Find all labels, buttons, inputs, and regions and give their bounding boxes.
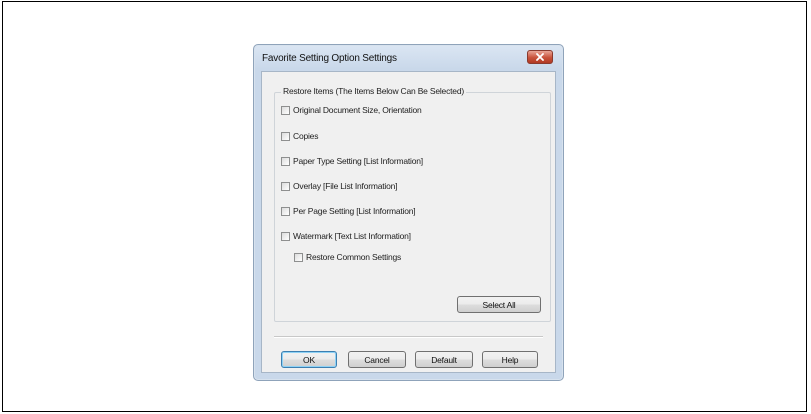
checkbox-restore-common-settings[interactable] (294, 252, 303, 262)
dialog-client-area: Restore Items (The Items Below Can Be Se… (261, 71, 556, 373)
help-button[interactable]: Help (482, 351, 538, 368)
page-frame: Favorite Setting Option Settings Restore… (2, 1, 807, 412)
checkbox-label: Watermark [Text List Information] (293, 231, 411, 241)
close-x-icon (536, 53, 544, 61)
ok-button[interactable]: OK (281, 351, 337, 368)
dialog-title: Favorite Setting Option Settings (262, 53, 397, 64)
checkbox-label: Copies (293, 131, 319, 141)
checkbox-row-original-document-size[interactable]: Original Document Size, Orientation (281, 105, 422, 115)
dialog-titlebar: Favorite Setting Option Settings (254, 45, 563, 73)
checkbox-label: Per Page Setting [List Information] (293, 206, 416, 216)
checkbox-row-restore-common-settings[interactable]: Restore Common Settings (294, 252, 401, 262)
default-button[interactable]: Default (415, 351, 473, 368)
checkbox-original-document-size[interactable] (281, 105, 290, 115)
checkbox-label: Paper Type Setting [List Information] (293, 156, 423, 166)
checkbox-row-overlay[interactable]: Overlay [File List Information] (281, 181, 398, 191)
close-button[interactable] (527, 50, 553, 64)
checkbox-row-per-page-setting[interactable]: Per Page Setting [List Information] (281, 206, 416, 216)
checkbox-row-watermark[interactable]: Watermark [Text List Information] (281, 231, 411, 241)
checkbox-paper-type-setting[interactable] (281, 156, 290, 166)
checkbox-row-paper-type-setting[interactable]: Paper Type Setting [List Information] (281, 156, 423, 166)
checkbox-row-copies[interactable]: Copies (281, 131, 318, 141)
checkbox-label: Original Document Size, Orientation (293, 105, 422, 115)
select-all-button[interactable]: Select All (457, 296, 541, 313)
checkbox-watermark[interactable] (281, 231, 290, 241)
checkbox-label: Overlay [File List Information] (293, 181, 398, 191)
restore-items-group-label: Restore Items (The Items Below Can Be Se… (281, 86, 466, 96)
checkbox-copies[interactable] (281, 131, 290, 141)
button-separator (274, 336, 543, 338)
checkbox-per-page-setting[interactable] (281, 206, 290, 216)
checkbox-overlay[interactable] (281, 181, 290, 191)
checkbox-label: Restore Common Settings (306, 252, 402, 262)
favorite-setting-option-dialog: Favorite Setting Option Settings Restore… (253, 44, 564, 381)
cancel-button[interactable]: Cancel (348, 351, 406, 368)
restore-items-group: Restore Items (The Items Below Can Be Se… (274, 86, 551, 322)
